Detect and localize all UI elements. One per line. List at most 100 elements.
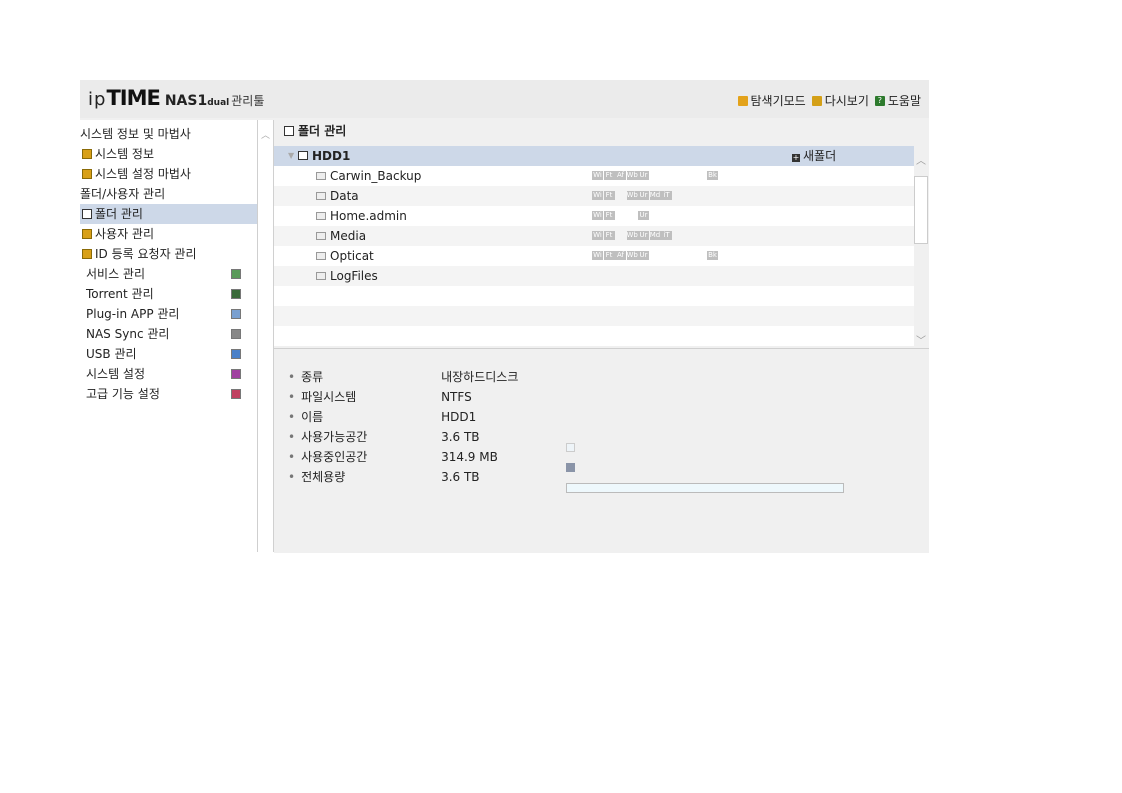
folder-icon: [316, 172, 326, 180]
advanced-icon: [231, 389, 241, 399]
empty-row: [274, 286, 914, 306]
explorer-icon: [737, 95, 748, 106]
info-value: 3.6 TB: [441, 430, 480, 444]
disk-row[interactable]: ▼ HDD1 + 새폴더: [274, 146, 914, 166]
service-badge: Wi: [592, 231, 603, 240]
header-bar: ip TIME NAS1 dual 관리툴 탐색기모드 다시보기 ? 도움말: [80, 80, 929, 118]
sidebar-item-label: 시스템 정보: [95, 147, 155, 161]
sidebar-scrollbar[interactable]: ︿: [258, 120, 274, 552]
sidebar-item-label: USB 관리: [86, 347, 137, 361]
folder-name-text: LogFiles: [330, 269, 378, 283]
tree-scrollbar[interactable]: ︿ ﹀: [914, 146, 929, 347]
folder-name: Media: [316, 226, 366, 246]
scroll-up-icon[interactable]: ︿: [261, 128, 270, 141]
folder-icon: [316, 232, 326, 240]
empty-row: [274, 326, 914, 346]
logo-tool-label: 관리툴: [231, 94, 265, 108]
sidebar-item-system-info[interactable]: 시스템 정보: [80, 144, 257, 164]
service-badge: Wb: [626, 231, 638, 240]
logo-dual: dual: [207, 98, 230, 108]
info-value: 3.6 TB: [441, 470, 480, 484]
new-folder-label: 새폴더: [803, 149, 837, 163]
scroll-up-icon[interactable]: ︿: [916, 152, 926, 167]
service-badge: Ur: [638, 231, 649, 240]
sidebar-item-label: ID 등록 요청자 관리: [95, 247, 197, 261]
logo-time: TIME: [106, 86, 160, 110]
sidebar-item-user-manage[interactable]: 사용자 관리: [80, 224, 257, 244]
folder-icon: [82, 209, 92, 219]
service-badge: Wb: [626, 171, 638, 180]
service-badge: Wi: [592, 171, 603, 180]
sidebar-item-nas-sync[interactable]: NAS Sync 관리: [80, 324, 263, 344]
folder-icon: [82, 249, 92, 259]
folder-icon: [316, 192, 326, 200]
sidebar-item-setup-wizard[interactable]: 시스템 설정 마법사: [80, 164, 257, 184]
info-row-name: • 이름 HDD1: [288, 407, 476, 427]
scrollbar-thumb[interactable]: [914, 176, 928, 244]
disk-info-panel: • 종류 내장하드디스크 • 파일시스템 NTFS • 이름 HDD1 • 사용가능공간 3.6…: [274, 348, 929, 553]
service-badge: Wi: [592, 211, 603, 220]
service-badge: Wi: [592, 191, 603, 200]
disk-name: HDD1: [312, 149, 351, 163]
info-row-used-space: • 사용중인공간 314.9 MB: [288, 447, 498, 467]
sidebar-item-label: 고급 기능 설정: [86, 387, 160, 401]
sidebar-item-service[interactable]: 서비스 관리: [80, 264, 263, 284]
sidebar-item-torrent[interactable]: Torrent 관리: [80, 284, 263, 304]
explorer-mode-link[interactable]: 탐색기모드: [737, 92, 806, 109]
info-row-type: • 종류 내장하드디스크: [288, 367, 518, 387]
info-value: HDD1: [441, 410, 477, 424]
sidebar-group-folder-user[interactable]: 폴더/사용자 관리: [80, 184, 257, 204]
service-icon: [231, 269, 241, 279]
info-value: NTFS: [441, 390, 472, 404]
service-badge: Bk: [707, 251, 718, 260]
sidebar-item-plugin[interactable]: Plug-in APP 관리: [80, 304, 263, 324]
sidebar-group-system-info[interactable]: 시스템 정보 및 마법사: [80, 124, 257, 144]
folder-row[interactable]: LogFiles: [274, 266, 914, 286]
top-links: 탐색기모드 다시보기 ? 도움말: [737, 92, 921, 109]
service-badge: Bk: [707, 171, 718, 180]
folder-row[interactable]: Data Wi Ft Wb Ur Md iT: [274, 186, 914, 206]
info-label: 사용가능공간: [301, 430, 368, 444]
service-badge: Wb: [626, 251, 638, 260]
sidebar-item-label: Torrent 관리: [86, 287, 154, 301]
sidebar-item-label: 사용자 관리: [95, 227, 155, 241]
folder-row[interactable]: Opticat Wi Ft Af Wb Ur Bk: [274, 246, 914, 266]
folder-icon: [316, 252, 326, 260]
folder-name: Opticat: [316, 246, 374, 266]
service-badge: Md: [649, 191, 661, 200]
expand-arrow-icon[interactable]: ▼: [288, 146, 294, 166]
service-badge: Af: [615, 251, 626, 260]
sidebar-item-folder-manage[interactable]: 폴더 관리: [80, 204, 257, 224]
service-badge: Ft: [603, 211, 615, 220]
help-link[interactable]: ? 도움말: [874, 92, 921, 109]
service-badge: Wb: [626, 191, 638, 200]
service-badge: Ur: [638, 171, 649, 180]
sidebar-item-id-request[interactable]: ID 등록 요청자 관리: [80, 244, 257, 264]
sidebar-item-label: 시스템 설정 마법사: [95, 167, 191, 181]
folder-name-text: Carwin_Backup: [330, 169, 422, 183]
usb-icon: [231, 349, 241, 359]
folder-row[interactable]: Carwin_Backup Wi Ft Af Wb Ur Bk: [274, 166, 914, 186]
info-value: 314.9 MB: [441, 450, 498, 464]
info-row-free-space: • 사용가능공간 3.6 TB: [288, 427, 480, 447]
refresh-link[interactable]: 다시보기: [811, 92, 869, 109]
service-badge: Af: [615, 171, 626, 180]
sidebar-item-label: 폴더/사용자 관리: [80, 187, 166, 201]
folder-row[interactable]: Media Wi Ft Wb Ur Md iT: [274, 226, 914, 246]
folder-name: Carwin_Backup: [316, 166, 421, 186]
sidebar-item-system-settings[interactable]: 시스템 설정: [80, 364, 263, 384]
sidebar-item-label: NAS Sync 관리: [86, 327, 170, 341]
sidebar-item-usb[interactable]: USB 관리: [80, 344, 263, 364]
service-badge: Wi: [592, 251, 603, 260]
folder-row[interactable]: Home.admin Wi Ft Ur: [274, 206, 914, 226]
scroll-down-icon[interactable]: ﹀: [916, 332, 926, 347]
new-folder-button[interactable]: + 새폴더: [792, 146, 836, 166]
main-panel: 폴더 관리 ▼ HDD1 + 새폴더 Carwin_Backup Wi Ft Af Wb U…: [274, 120, 929, 553]
iptime-logo: ip TIME NAS1 dual 관리툴: [88, 86, 264, 110]
capacity-bar: [566, 483, 844, 493]
plus-icon: +: [792, 153, 800, 162]
refresh-icon: [811, 95, 822, 106]
explorer-mode-label: 탐색기모드: [750, 94, 806, 108]
sidebar-item-advanced[interactable]: 고급 기능 설정: [80, 384, 263, 404]
info-row-total: • 전체용량 3.6 TB: [288, 467, 480, 487]
